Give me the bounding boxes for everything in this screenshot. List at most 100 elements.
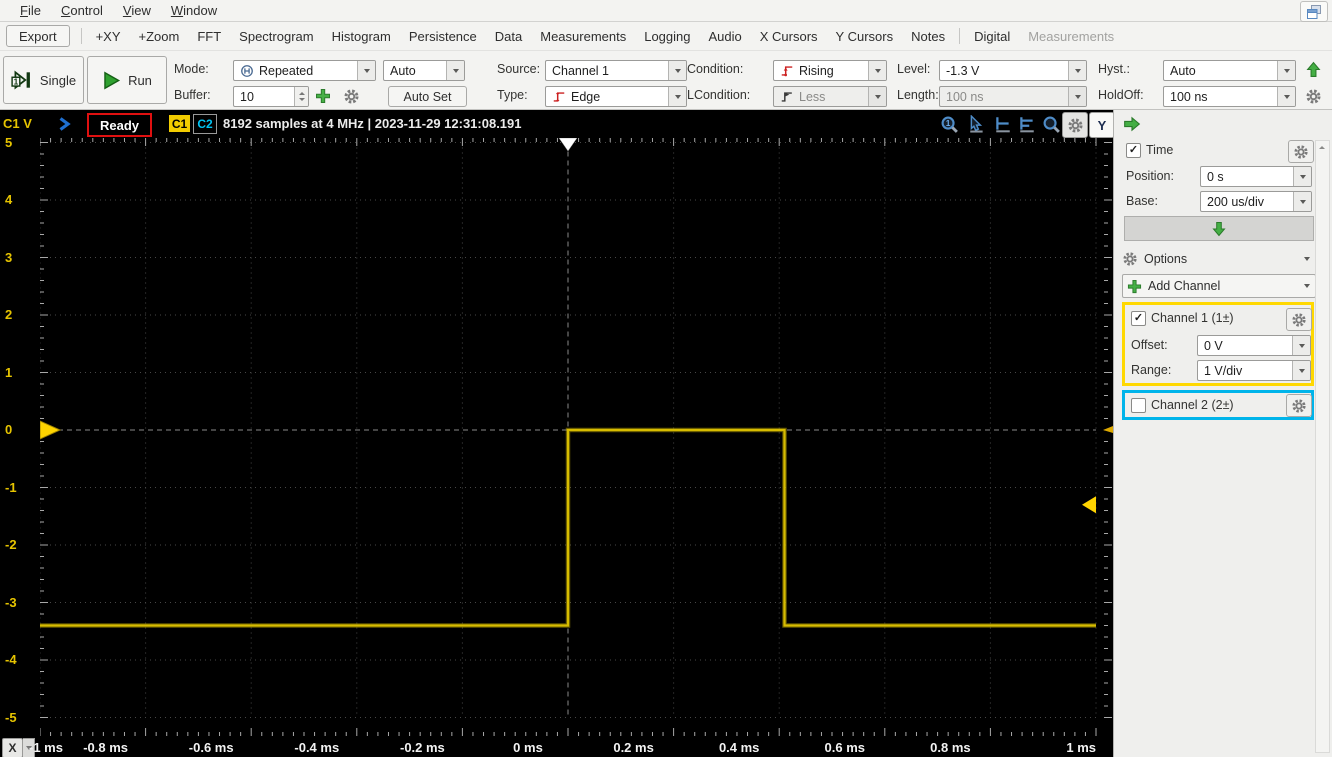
- dropdown-arrow[interactable]: [446, 61, 464, 80]
- dropdown-arrow[interactable]: [1277, 87, 1295, 106]
- tab-logging[interactable]: Logging: [635, 26, 699, 47]
- buffer-spinbox[interactable]: 10: [233, 86, 309, 107]
- y-tick-label: -1: [5, 480, 17, 495]
- mode-select[interactable]: Repeated: [233, 60, 376, 81]
- options-row[interactable]: Options: [1122, 249, 1314, 269]
- run-button[interactable]: Run: [87, 56, 167, 104]
- right-panel: ✓ Time Position: 0 s Base: 200 us/div Op…: [1113, 110, 1332, 757]
- tab-fft[interactable]: FFT: [188, 26, 230, 47]
- auto-set-button[interactable]: Auto Set: [388, 86, 467, 107]
- tab-audio[interactable]: Audio: [700, 26, 751, 47]
- time-expand-button[interactable]: [1124, 216, 1314, 241]
- single-button-label: Single: [40, 73, 76, 88]
- y-axis-button[interactable]: Y: [1089, 112, 1115, 138]
- tab-y-cursors[interactable]: Y Cursors: [827, 26, 903, 47]
- add-channel-button[interactable]: Add Channel: [1122, 274, 1316, 298]
- y-axis-channel-label[interactable]: C1 V: [3, 116, 32, 131]
- menu-control[interactable]: Control: [51, 1, 113, 20]
- menu-file[interactable]: File: [10, 1, 51, 20]
- measure-vertical-button[interactable]: [1016, 114, 1038, 134]
- trigger-condition-select[interactable]: Rising: [773, 60, 887, 81]
- scrollbar-up-arrow[interactable]: [1316, 141, 1327, 153]
- length-label: Length:: [897, 88, 939, 102]
- auto-range-select[interactable]: Auto: [383, 60, 465, 81]
- dropdown-arrow[interactable]: [1292, 336, 1310, 355]
- collapse-chevron-icon[interactable]: [56, 116, 72, 132]
- dropdown-arrow[interactable]: [1293, 192, 1311, 211]
- buffer-settings-button[interactable]: [343, 88, 360, 105]
- dropdown-arrow[interactable]: [1292, 361, 1310, 380]
- panel-scrollbar[interactable]: [1315, 140, 1330, 753]
- plot-settings-button[interactable]: [1062, 112, 1088, 138]
- cursor-arrow-icon: [968, 115, 986, 133]
- channel2-checkbox[interactable]: [1131, 398, 1146, 413]
- cascade-windows-icon: [1306, 4, 1322, 20]
- channel1-badge[interactable]: C1: [169, 115, 190, 132]
- channel1-checkbox[interactable]: ✓: [1131, 311, 1146, 326]
- trigger-type-select[interactable]: Edge: [545, 86, 687, 107]
- dropdown-arrow[interactable]: [357, 61, 375, 80]
- zoom-select-button[interactable]: [1040, 114, 1062, 134]
- menu-window[interactable]: Window: [161, 1, 227, 20]
- trigger-level-select[interactable]: -1.3 V: [939, 60, 1087, 81]
- cursor-mode-button[interactable]: [966, 114, 988, 134]
- tab-persistence[interactable]: Persistence: [400, 26, 486, 47]
- channel1-settings-button[interactable]: [1286, 308, 1312, 331]
- tab-data[interactable]: Data: [486, 26, 531, 47]
- y-axis-labels: 543210-1-2-3-4-5: [0, 138, 40, 738]
- dropdown-arrow[interactable]: [1068, 87, 1086, 106]
- tab-notes[interactable]: Notes: [902, 26, 954, 47]
- tab-x-cursors[interactable]: X Cursors: [751, 26, 827, 47]
- dropdown-arrow[interactable]: [668, 87, 686, 106]
- hysteresis-select[interactable]: Auto: [1163, 60, 1296, 81]
- channel2-group: Channel 2 (2±): [1122, 390, 1314, 420]
- cascade-windows-button[interactable]: [1300, 1, 1328, 22]
- channel2-badge[interactable]: C2: [193, 114, 217, 134]
- channel1-offset-select[interactable]: 0 V: [1197, 335, 1311, 356]
- trigger-length-select[interactable]: 100 ns: [939, 86, 1087, 107]
- y-tick-label: -4: [5, 652, 17, 667]
- menu-view[interactable]: View: [113, 1, 161, 20]
- trigger-settings-button[interactable]: [1305, 88, 1322, 105]
- panel-collapse-button[interactable]: [1123, 115, 1141, 133]
- export-button[interactable]: Export: [6, 25, 70, 47]
- time-base-select[interactable]: 200 us/div: [1200, 191, 1312, 212]
- menu-bar: File Control View Window: [0, 0, 1332, 22]
- y-tick-label: -2: [5, 537, 17, 552]
- x-axis-button-label[interactable]: X: [2, 738, 23, 757]
- tab-spectrogram[interactable]: Spectrogram: [230, 26, 322, 47]
- channel1-range-select[interactable]: 1 V/div: [1197, 360, 1311, 381]
- trigger-up-button[interactable]: [1305, 60, 1322, 79]
- buffer-label: Buffer:: [174, 88, 211, 102]
- scope-status-bar: C1 V Ready C1 C2 8192 samples at 4 MHz |…: [0, 110, 1113, 138]
- waveform-canvas[interactable]: [40, 138, 1113, 738]
- tab-zoom[interactable]: +Zoom: [130, 26, 189, 47]
- tab-measurements[interactable]: Measurements: [531, 26, 635, 47]
- measure-horizontal-button[interactable]: [992, 114, 1014, 134]
- dropdown-arrow[interactable]: [668, 61, 686, 80]
- dropdown-arrow[interactable]: [1277, 61, 1295, 80]
- time-checkbox[interactable]: ✓: [1126, 143, 1141, 158]
- dropdown-arrow[interactable]: [868, 61, 886, 80]
- trigger-source-select[interactable]: Channel 1: [545, 60, 687, 81]
- time-settings-button[interactable]: [1288, 140, 1314, 163]
- add-buffer-button[interactable]: [315, 88, 331, 104]
- trigger-condition-value: Rising: [799, 64, 834, 78]
- dropdown-arrow[interactable]: [868, 87, 886, 106]
- tab-xy[interactable]: +XY: [87, 26, 130, 47]
- buffer-spinner[interactable]: [294, 87, 308, 106]
- channel2-settings-button[interactable]: [1286, 394, 1312, 417]
- tab-digital[interactable]: Digital: [965, 26, 1019, 47]
- single-button[interactable]: Single: [3, 56, 84, 104]
- dropdown-arrow[interactable]: [1293, 167, 1311, 186]
- tab-histogram[interactable]: Histogram: [323, 26, 400, 47]
- y-tick-label: 4: [5, 192, 12, 207]
- holdoff-select[interactable]: 100 ns: [1163, 86, 1296, 107]
- options-label: Options: [1144, 252, 1187, 266]
- dropdown-arrow[interactable]: [1068, 61, 1086, 80]
- time-position-select[interactable]: 0 s: [1200, 166, 1312, 187]
- time-base-value: 200 us/div: [1201, 195, 1264, 209]
- mode-label: Mode:: [174, 62, 209, 76]
- trigger-lcondition-select[interactable]: Less: [773, 86, 887, 107]
- zoom-fit-button[interactable]: [938, 114, 960, 134]
